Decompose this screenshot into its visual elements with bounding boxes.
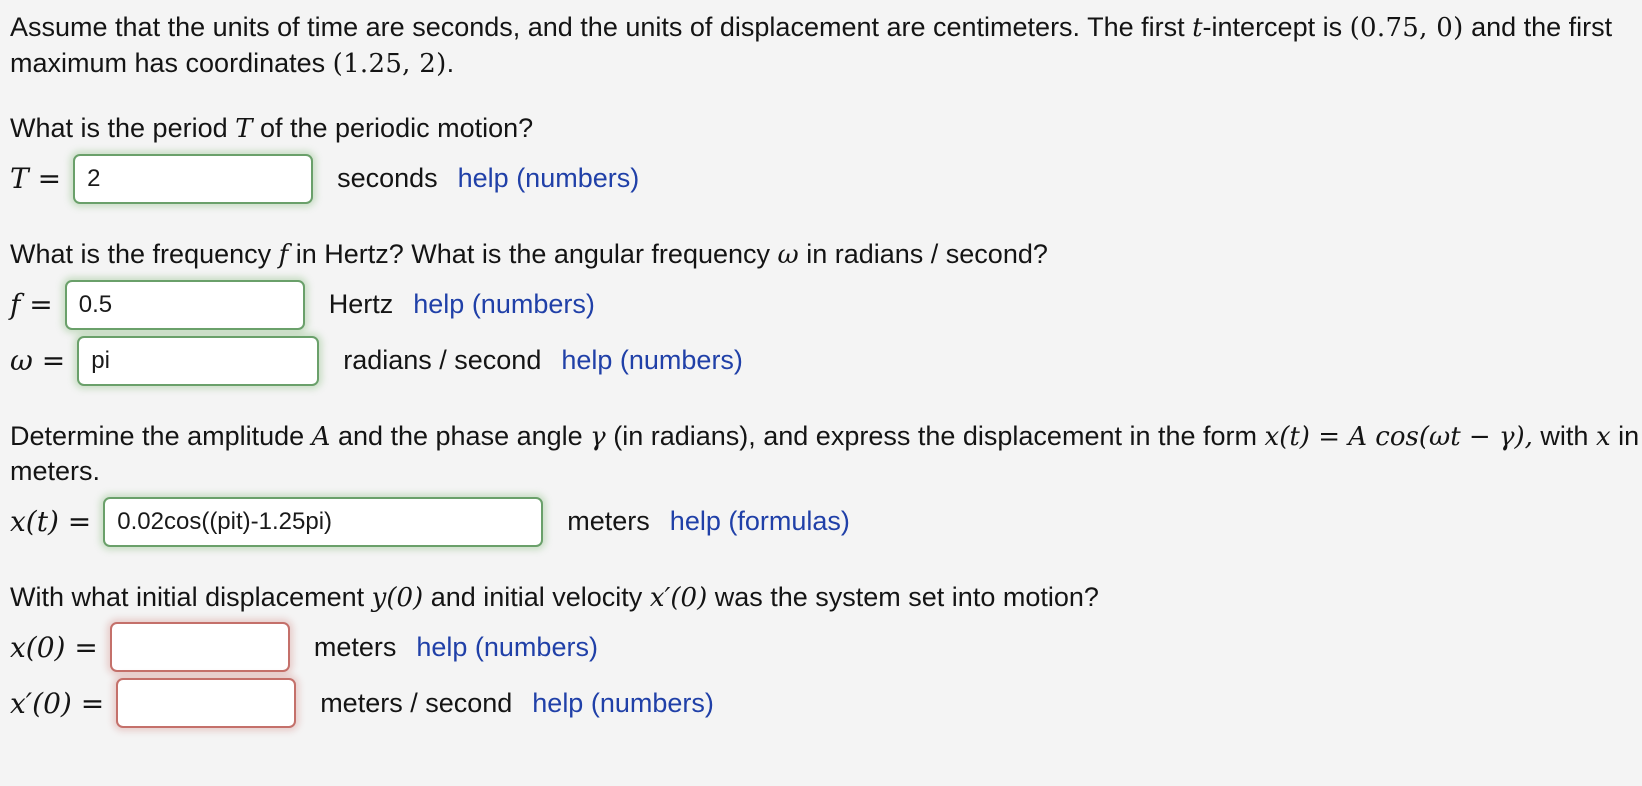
frequency-prompt-var-f: f (278, 239, 289, 270)
intro-paragraph: Assume that the units of time are second… (10, 10, 1640, 81)
frequency-unit: Hertz (328, 289, 394, 319)
amplitude-prompt-var-gamma: γ (590, 421, 606, 452)
initial-displacement-label-equals: = (74, 630, 98, 664)
period-prompt-text-1: What is the period (10, 113, 236, 144)
displacement-formula-input[interactable] (103, 496, 544, 547)
initial-velocity-label: x′(0) = (10, 687, 104, 720)
intro-coord-intercept: (0.75, 0) (1349, 13, 1464, 43)
frequency-label: f = (10, 288, 53, 321)
period-label-equals: = (37, 162, 62, 196)
frequency-prompt: What is the frequency f in Hertz? What i… (10, 237, 1640, 273)
amplitude-unit: meters (567, 506, 650, 537)
initial-displacement-answer-row: x(0) = meters help (numbers) (10, 619, 1642, 675)
period-label: T = (10, 162, 61, 195)
initial-displacement-label: x(0) = (10, 631, 98, 664)
angular-frequency-label-var: ω (10, 344, 33, 377)
amplitude-label-var: x(t) (10, 505, 59, 539)
initial-displacement-unit: meters (313, 631, 397, 662)
frequency-label-equals: = (29, 288, 53, 321)
amplitude-answer-row: x(t) = meters help (formulas) (10, 494, 1642, 550)
initial-velocity-label-equals: = (80, 686, 105, 720)
frequency-prompt-text-2: in Hertz? What is the angular frequency (288, 238, 778, 269)
initial-prompt-text-1: With what initial displacement (10, 581, 372, 612)
amplitude-prompt-var-x: x (1595, 421, 1611, 452)
period-label-var: T (10, 162, 29, 196)
intro-var-t: t (1192, 13, 1203, 43)
question-amplitude: Determine the amplitude A and the phase … (10, 419, 1642, 550)
initial-velocity-label-var: x′(0) (10, 686, 72, 720)
initial-velocity-input[interactable] (116, 678, 297, 729)
intro-text-4: . (446, 47, 455, 78)
frequency-prompt-text-3: in radians / second? (798, 238, 1048, 269)
frequency-label-var: f (10, 288, 21, 321)
amplitude-label-equals: = (67, 505, 92, 539)
initial-prompt-var-xprime0: x′(0) (649, 582, 708, 613)
period-input[interactable] (73, 153, 314, 204)
initial-prompt-text-2: and initial velocity (423, 581, 650, 612)
amplitude-prompt-text-1: Determine the amplitude (10, 420, 312, 451)
initial-velocity-answer-row: x′(0) = meters / second help (numbers) (10, 675, 1642, 731)
angular-frequency-label-equals: = (41, 344, 66, 377)
initial-prompt-var-y0: y(0) (371, 582, 424, 613)
frequency-prompt-var-omega: ω (777, 239, 799, 270)
amplitude-prompt-text-3: (in radians), and express the displaceme… (605, 420, 1265, 451)
angular-frequency-unit: radians / second (343, 345, 542, 375)
initial-displacement-label-var: x(0) (10, 630, 66, 664)
period-prompt-text-2: of the periodic motion? (252, 113, 534, 144)
question-frequency: What is the frequency f in Hertz? What i… (10, 237, 1642, 389)
amplitude-help-link[interactable]: help (formulas) (670, 506, 850, 537)
period-answer-row: T = seconds help (numbers) (10, 151, 1642, 207)
frequency-help-link[interactable]: help (numbers) (413, 289, 595, 320)
initial-displacement-help-link[interactable]: help (numbers) (416, 632, 598, 663)
question-initial-conditions: With what initial displacement y(0) and … (10, 580, 1642, 732)
question-period: What is the period T of the periodic mot… (10, 111, 1642, 207)
intro-coord-max: (1.25, 2) (332, 48, 447, 79)
angular-frequency-answer-row: ω = radians / second help (numbers) (10, 333, 1642, 389)
angular-frequency-help-link[interactable]: help (numbers) (561, 345, 743, 376)
amplitude-prompt-text-4: with (1532, 420, 1596, 451)
period-help-link[interactable]: help (numbers) (458, 163, 640, 194)
intro-text-2: -intercept is (1202, 12, 1350, 42)
period-prompt-var: T (235, 114, 253, 145)
intro-text-1: Assume that the units of time are second… (10, 12, 1193, 42)
worksheet-page: Assume that the units of time are second… (0, 0, 1642, 786)
angular-frequency-input[interactable] (77, 335, 320, 386)
angular-frequency-label: ω = (10, 344, 65, 377)
amplitude-prompt: Determine the amplitude A and the phase … (10, 419, 1640, 490)
frequency-prompt-text-1: What is the frequency (10, 238, 279, 269)
initial-prompt: With what initial displacement y(0) and … (10, 580, 1640, 616)
period-prompt: What is the period T of the periodic mot… (10, 111, 1640, 147)
initial-prompt-text-3: was the system set into motion? (707, 581, 1099, 612)
initial-velocity-help-link[interactable]: help (numbers) (532, 688, 714, 719)
amplitude-prompt-var-a: A (311, 421, 331, 452)
frequency-answer-row: f = Hertz help (numbers) (10, 277, 1642, 333)
period-unit: seconds (337, 163, 438, 194)
frequency-input[interactable] (64, 279, 305, 330)
amplitude-prompt-formula: x(t) = A cos(ωt − γ), (1264, 421, 1533, 452)
initial-displacement-input[interactable] (109, 622, 290, 673)
amplitude-prompt-text-2: and the phase angle (330, 420, 591, 451)
initial-velocity-unit: meters / second (320, 687, 513, 718)
amplitude-label: x(t) = (10, 505, 91, 538)
